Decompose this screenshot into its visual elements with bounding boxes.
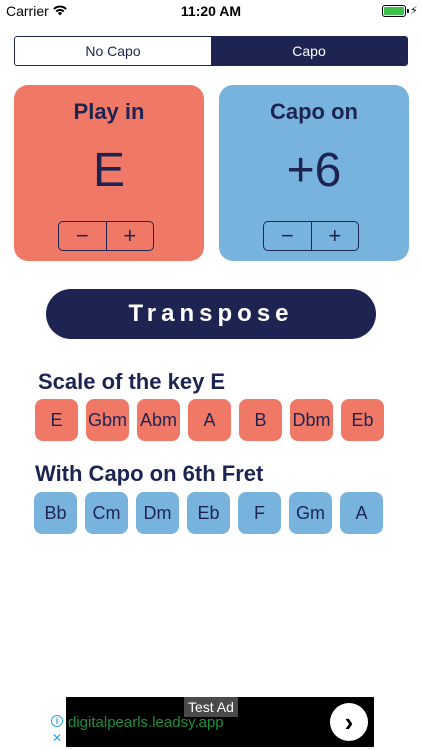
transpose-button[interactable]: Transpose xyxy=(46,289,376,339)
capo-chord: Bb xyxy=(34,492,77,534)
battery-cap xyxy=(407,9,409,13)
battery-icon xyxy=(382,5,409,17)
ad-choices-panel: i ✕ xyxy=(48,697,66,747)
scale-note: A xyxy=(188,399,231,441)
scale-notes-row: E Gbm Abm A B Dbm Eb xyxy=(35,399,384,441)
play-in-title: Play in xyxy=(73,99,145,124)
ad-url[interactable]: digitalpearls.leadsy.app xyxy=(68,714,224,731)
ad-info-icon[interactable]: i xyxy=(51,715,63,727)
tab-no-capo[interactable]: No Capo xyxy=(15,37,211,65)
capo-on-stepper: − + xyxy=(263,221,359,251)
capo-chords-heading: With Capo on 6th Fret xyxy=(35,461,264,486)
play-in-key: E xyxy=(92,144,125,197)
scale-note: B xyxy=(239,399,282,441)
capo-chord: Eb xyxy=(187,492,230,534)
clock: 11:20 AM xyxy=(180,3,242,19)
ad-banner[interactable]: i ✕ Test Ad digitalpearls.leadsy.app › xyxy=(48,697,374,747)
capo-chords-row: Bb Cm Dm Eb F Gm A xyxy=(34,492,383,534)
capo-on-increment-button[interactable]: + xyxy=(312,222,359,250)
scale-note: Dbm xyxy=(290,399,333,441)
capo-chord: Cm xyxy=(85,492,128,534)
tab-capo[interactable]: Capo xyxy=(211,37,407,65)
capo-on-value: +6 xyxy=(286,144,342,197)
scale-heading: Scale of the key E xyxy=(38,369,226,394)
ad-close-icon[interactable]: ✕ xyxy=(52,731,62,745)
capo-on-card: Capo on +6 − + xyxy=(219,85,409,261)
play-in-card: Play in E − + xyxy=(14,85,204,261)
scale-note: E xyxy=(35,399,78,441)
capo-mode-segmented-control: No Capo Capo xyxy=(14,36,408,66)
capo-on-decrement-button[interactable]: − xyxy=(264,222,312,250)
scale-note: Eb xyxy=(341,399,384,441)
play-in-decrement-button[interactable]: − xyxy=(59,222,107,250)
capo-on-title: Capo on xyxy=(270,99,358,124)
charging-bolt-icon: ⚡ xyxy=(410,5,418,17)
scale-note: Abm xyxy=(137,399,180,441)
ad-next-arrow-icon[interactable]: › xyxy=(330,703,368,741)
capo-chord: Gm xyxy=(289,492,332,534)
play-in-increment-button[interactable]: + xyxy=(107,222,154,250)
capo-chord: F xyxy=(238,492,281,534)
capo-chord: Dm xyxy=(136,492,179,534)
capo-chord: A xyxy=(340,492,383,534)
battery-fill xyxy=(384,7,404,15)
scale-note: Gbm xyxy=(86,399,129,441)
play-in-stepper: − + xyxy=(58,221,154,251)
status-bar: Carrier 11:20 AM ⚡ xyxy=(0,0,422,22)
